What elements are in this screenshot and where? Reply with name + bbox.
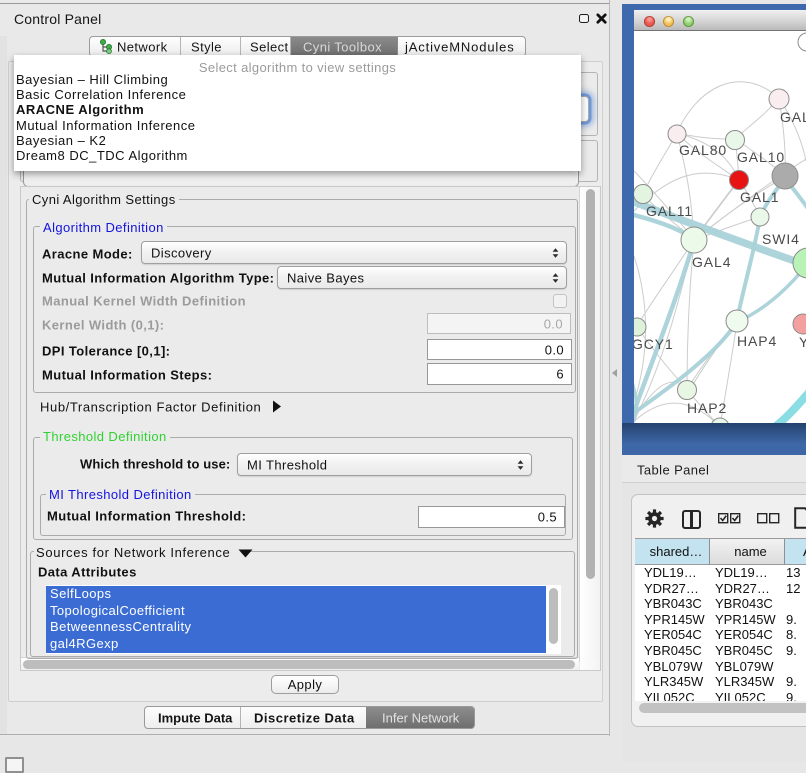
svg-text:GAL1: GAL1 bbox=[740, 189, 779, 205]
svg-text:GCY1: GCY1 bbox=[634, 336, 674, 352]
svg-text:GAL11: GAL11 bbox=[646, 203, 693, 219]
svg-text:GAL7: GAL7 bbox=[780, 109, 806, 125]
svg-text:HAP4: HAP4 bbox=[737, 333, 777, 349]
svg-text:Y: Y bbox=[799, 334, 806, 350]
svg-text:GAL80: GAL80 bbox=[679, 142, 727, 158]
svg-text:SWI4: SWI4 bbox=[762, 231, 800, 247]
svg-text:GAL10: GAL10 bbox=[737, 149, 785, 165]
svg-text:HAP2: HAP2 bbox=[687, 400, 727, 416]
svg-text:GAL4: GAL4 bbox=[692, 254, 731, 270]
